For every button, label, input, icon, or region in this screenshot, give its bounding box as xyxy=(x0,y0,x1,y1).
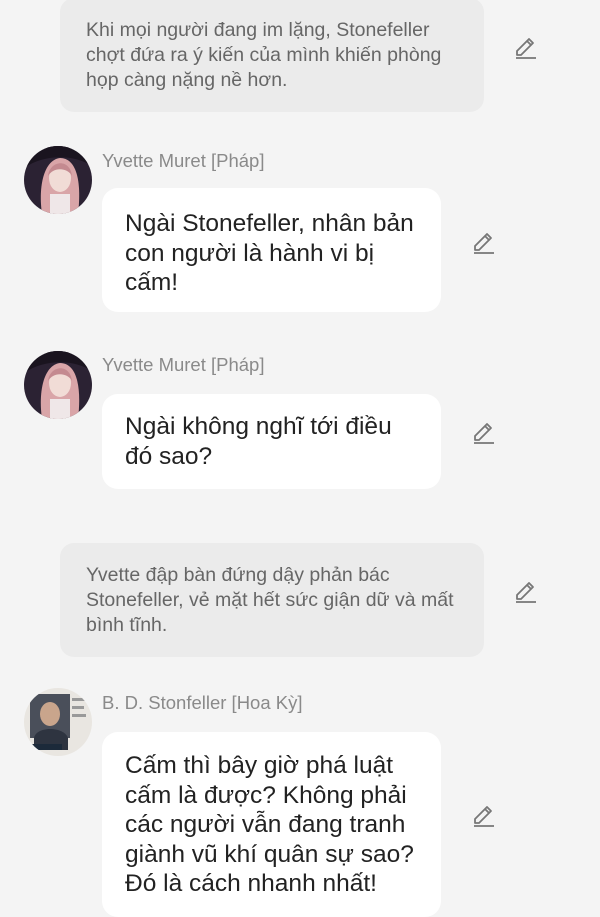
edit-icon[interactable] xyxy=(513,35,539,61)
avatar[interactable] xyxy=(24,146,92,214)
speaker-name: Yvette Muret [Pháp] xyxy=(102,150,265,171)
speaker-name: Yvette Muret [Pháp] xyxy=(102,354,265,375)
dialogue-text: Ngài Stonefeller, nhân bản con người là … xyxy=(125,210,414,296)
avatar[interactable] xyxy=(24,351,92,419)
narration-text: Khi mọi người đang im lặng, Stonefeller … xyxy=(86,19,442,91)
edit-icon[interactable] xyxy=(471,230,497,256)
narration-text: Yvette đập bàn đứng dậy phản bác Stonefe… xyxy=(86,564,454,636)
dialogue-text: Cấm thì bây giờ phá luật cấm là được? Kh… xyxy=(125,752,414,897)
edit-icon[interactable] xyxy=(471,420,497,446)
character-avatar-icon xyxy=(24,351,92,419)
speaker-name: B. D. Stonfeller [Hoa Kỳ] xyxy=(102,692,303,713)
dialogue-text: Ngài không nghĩ tới điều đó sao? xyxy=(125,413,392,470)
dialogue-bubble: Cấm thì bây giờ phá luật cấm là được? Kh… xyxy=(102,732,441,917)
character-avatar-icon xyxy=(24,688,92,756)
narration-box: Khi mọi người đang im lặng, Stonefeller … xyxy=(60,0,484,112)
narration-box: Yvette đập bàn đứng dậy phản bác Stonefe… xyxy=(60,543,484,657)
dialogue-bubble: Ngài không nghĩ tới điều đó sao? xyxy=(102,394,441,489)
dialogue-bubble: Ngài Stonefeller, nhân bản con người là … xyxy=(102,188,441,312)
avatar[interactable] xyxy=(24,688,92,756)
edit-icon[interactable] xyxy=(513,579,539,605)
character-avatar-icon xyxy=(24,146,92,214)
edit-icon[interactable] xyxy=(471,803,497,829)
